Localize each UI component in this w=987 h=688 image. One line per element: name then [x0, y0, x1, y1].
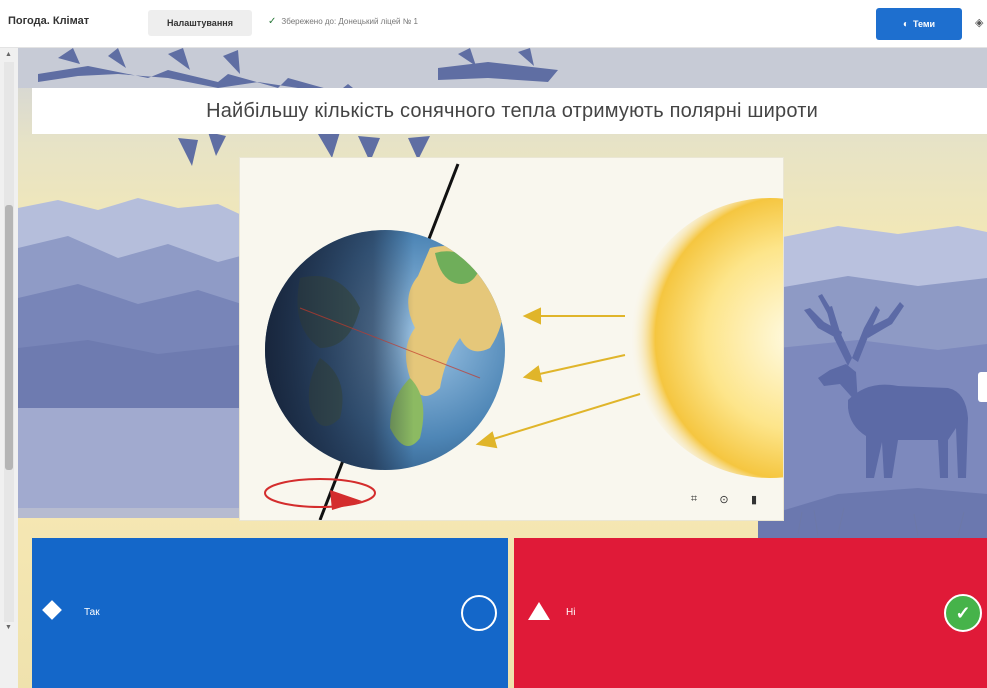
- question-text[interactable]: Найбільшу кількість сонячного тепла отри…: [206, 100, 818, 123]
- image-toolbar: ⌗ ⊙ ▮: [687, 493, 761, 506]
- palette-icon: ◐: [902, 18, 909, 30]
- quiz-title[interactable]: Погода. Клімат: [8, 15, 89, 27]
- correct-check-icon[interactable]: ✓: [944, 594, 982, 632]
- save-status: ✓ Збережено до: Донецький ліцей № 1: [268, 16, 418, 27]
- question-box[interactable]: Найбільшу кількість сонячного тепла отри…: [32, 88, 987, 134]
- themes-button-label: Теми: [912, 19, 936, 29]
- question-image[interactable]: ⌗ ⊙ ▮: [240, 158, 783, 520]
- info-icon[interactable]: ⊙: [717, 493, 731, 506]
- answer-option-true[interactable]: Так: [32, 538, 508, 688]
- more-icon[interactable]: ◈: [975, 16, 983, 29]
- save-status-text: Збережено до: Донецький ліцей № 1: [281, 17, 418, 26]
- mark-correct-toggle[interactable]: [461, 595, 497, 631]
- trash-icon[interactable]: ▮: [747, 493, 761, 506]
- settings-button[interactable]: Налаштування: [148, 10, 252, 36]
- top-toolbar: Погода. Клімат Налаштування ✓ Збережено …: [0, 0, 987, 48]
- crop-icon[interactable]: ⌗: [687, 493, 701, 506]
- scroll-down-icon[interactable]: ▼: [5, 624, 12, 631]
- earth-sun-illustration: [264, 163, 783, 520]
- answer-label[interactable]: Так: [84, 607, 100, 618]
- check-icon: ✓: [268, 16, 277, 27]
- diamond-icon: [42, 600, 62, 620]
- side-panel-handle[interactable]: [978, 372, 987, 402]
- answer-label[interactable]: Ні: [566, 607, 575, 618]
- themes-button[interactable]: ◐ Теми: [876, 8, 962, 40]
- triangle-icon: [528, 602, 550, 620]
- scroll-up-icon[interactable]: ▲: [5, 51, 12, 58]
- scrollbar-thumb[interactable]: [5, 205, 13, 470]
- answer-option-false[interactable]: Ні ✓: [514, 538, 987, 688]
